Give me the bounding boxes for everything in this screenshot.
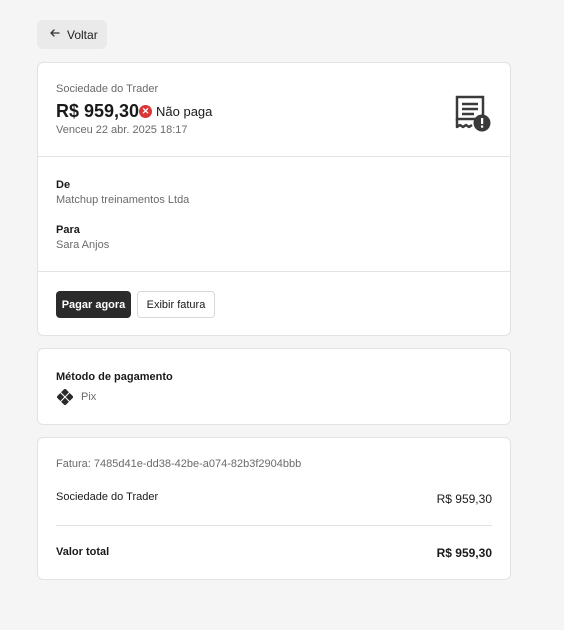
line-item-amount: R$ 959,30 [436,492,492,506]
close-circle-icon: ✕ [139,105,152,118]
payment-method-card: Método de pagamento Pix [37,348,511,425]
invoice-card: Sociedade do Trader R$ 959,30 ✕ Não paga… [37,62,511,336]
pay-now-button[interactable]: Pagar agora [56,291,131,318]
due-date: Venceu 22 abr. 2025 18:17 [56,124,188,136]
divider [38,156,510,157]
from-label: De [56,179,71,191]
view-invoice-button[interactable]: Exibir fatura [137,291,215,318]
from-value: Matchup treinamentos Ltda [56,194,190,206]
pix-icon [56,388,74,410]
arrow-left-icon [49,27,61,42]
invoice-id: Fatura: 7485d41e-dd38-42be-a074-82b3f290… [56,458,302,470]
total-label: Valor total [56,546,110,558]
status-label: Não paga [156,104,213,119]
summary-card: Fatura: 7485d41e-dd38-42be-a074-82b3f290… [37,437,511,580]
payment-method-value: Pix [81,391,97,403]
status-badge: ✕ Não paga [139,104,212,119]
to-label: Para [56,224,80,236]
back-label: Voltar [67,27,98,42]
to-value: Sara Anjos [56,239,110,251]
merchant-name: Sociedade do Trader [56,83,159,95]
back-button[interactable]: Voltar [37,20,107,49]
line-item-name: Sociedade do Trader [56,491,159,503]
invoice-amount: R$ 959,30 [56,101,140,121]
divider [56,525,492,526]
receipt-alert-icon [454,95,492,138]
payment-method-title: Método de pagamento [56,371,173,383]
total-amount: R$ 959,30 [436,546,492,560]
divider [38,271,510,272]
